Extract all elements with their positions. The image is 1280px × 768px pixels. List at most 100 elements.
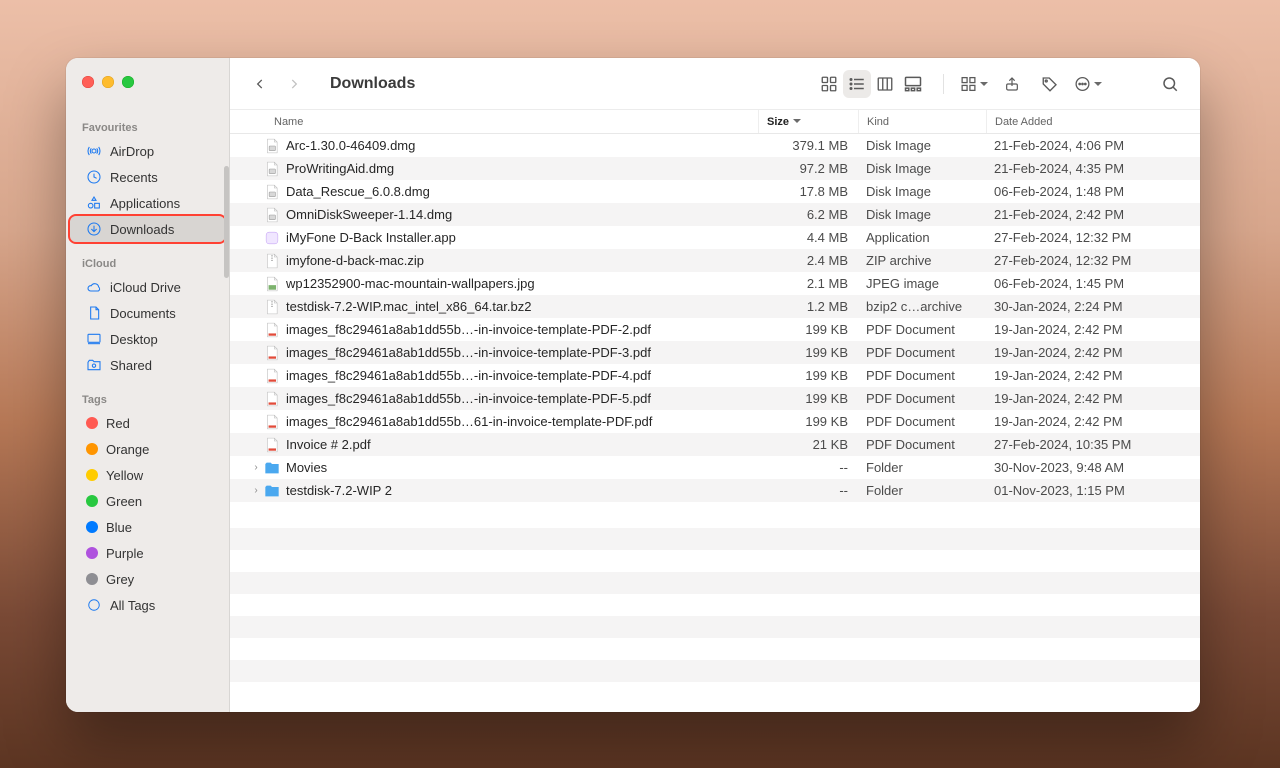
file-kind: PDF Document <box>858 391 986 406</box>
file-kind: bzip2 c…archive <box>858 299 986 314</box>
sidebar-item-desktop[interactable]: Desktop <box>70 326 225 352</box>
empty-row <box>230 528 1200 550</box>
sidebar-item-red[interactable]: Red <box>70 410 225 436</box>
sidebar-item-recents[interactable]: Recents <box>70 164 225 190</box>
file-size: 21 KB <box>758 437 858 452</box>
share-button[interactable] <box>998 70 1026 98</box>
file-size: -- <box>758 460 858 475</box>
file-kind: Disk Image <box>858 207 986 222</box>
sidebar-scrollbar[interactable] <box>224 166 229 278</box>
column-header-size[interactable]: Size <box>758 110 858 133</box>
file-row[interactable]: imyfone-d-back-mac.zip2.4 MBZIP archive2… <box>230 249 1200 272</box>
file-size: 199 KB <box>758 345 858 360</box>
file-date-added: 19-Jan-2024, 2:42 PM <box>986 345 1200 360</box>
file-name: Invoice # 2.pdf <box>286 437 758 452</box>
sidebar: FavouritesAirDrop Recents Applications Down… <box>66 58 230 712</box>
sidebar-item-blue[interactable]: Blue <box>70 514 225 540</box>
view-icons-button[interactable] <box>815 70 843 98</box>
file-row[interactable]: images_f8c29461a8ab1dd55b…-in-invoice-te… <box>230 341 1200 364</box>
file-size: 1.2 MB <box>758 299 858 314</box>
disclosure-triangle-icon[interactable]: › <box>250 462 262 473</box>
search-button[interactable] <box>1156 70 1184 98</box>
sidebar-item-label: Orange <box>106 442 149 457</box>
downloads-icon <box>86 221 102 237</box>
file-row[interactable]: iMyFone D-Back Installer.app4.4 MBApplic… <box>230 226 1200 249</box>
chevron-down-icon <box>1094 76 1102 91</box>
sidebar-item-orange[interactable]: Orange <box>70 436 225 462</box>
view-columns-button[interactable] <box>871 70 899 98</box>
window-title: Downloads <box>330 75 415 93</box>
view-list-button[interactable] <box>843 70 871 98</box>
sidebar-item-label: Shared <box>110 358 152 373</box>
file-row[interactable]: wp12352900-mac-mountain-wallpapers.jpg2.… <box>230 272 1200 295</box>
alltags-icon <box>86 597 102 613</box>
sidebar-item-applications[interactable]: Applications <box>70 190 225 216</box>
sidebar-heading: Favourites <box>66 116 229 138</box>
file-row[interactable]: Arc-1.30.0-46409.dmg379.1 MBDisk Image21… <box>230 134 1200 157</box>
sidebar-item-label: Downloads <box>110 222 174 237</box>
file-type-icon <box>264 414 280 430</box>
file-date-added: 21-Feb-2024, 2:42 PM <box>986 207 1200 222</box>
file-date-added: 06-Feb-2024, 1:45 PM <box>986 276 1200 291</box>
sidebar-item-shared[interactable]: Shared <box>70 352 225 378</box>
file-list: Arc-1.30.0-46409.dmg379.1 MBDisk Image21… <box>230 134 1200 712</box>
sidebar-item-label: Recents <box>110 170 158 185</box>
file-name: Data_Rescue_6.0.8.dmg <box>286 184 758 199</box>
file-row[interactable]: Data_Rescue_6.0.8.dmg17.8 MBDisk Image06… <box>230 180 1200 203</box>
file-kind: Disk Image <box>858 161 986 176</box>
file-row[interactable]: testdisk-7.2-WIP.mac_intel_x86_64.tar.bz… <box>230 295 1200 318</box>
file-row[interactable]: images_f8c29461a8ab1dd55b…61-in-invoice-… <box>230 410 1200 433</box>
file-name: iMyFone D-Back Installer.app <box>286 230 758 245</box>
minimize-window-button[interactable] <box>102 76 114 88</box>
close-window-button[interactable] <box>82 76 94 88</box>
column-header-name[interactable]: Name <box>274 110 758 133</box>
file-date-added: 21-Feb-2024, 4:06 PM <box>986 138 1200 153</box>
file-row[interactable]: images_f8c29461a8ab1dd55b…-in-invoice-te… <box>230 387 1200 410</box>
file-name: Movies <box>286 460 758 475</box>
zoom-window-button[interactable] <box>122 76 134 88</box>
file-kind: JPEG image <box>858 276 986 291</box>
apps-icon <box>86 195 102 211</box>
sidebar-item-documents[interactable]: Documents <box>70 300 225 326</box>
file-row[interactable]: Invoice # 2.pdf21 KBPDF Document27-Feb-2… <box>230 433 1200 456</box>
empty-row <box>230 660 1200 682</box>
column-header-date[interactable]: Date Added <box>986 110 1200 133</box>
disclosure-triangle-icon[interactable]: › <box>250 485 262 496</box>
file-date-added: 27-Feb-2024, 12:32 PM <box>986 253 1200 268</box>
file-size: 17.8 MB <box>758 184 858 199</box>
file-size: 97.2 MB <box>758 161 858 176</box>
file-row[interactable]: images_f8c29461a8ab1dd55b…-in-invoice-te… <box>230 364 1200 387</box>
file-date-added: 21-Feb-2024, 4:35 PM <box>986 161 1200 176</box>
file-row[interactable]: OmniDiskSweeper-1.14.dmg6.2 MBDisk Image… <box>230 203 1200 226</box>
file-row[interactable]: ›Movies--Folder30-Nov-2023, 9:48 AM <box>230 456 1200 479</box>
nav-forward-button[interactable] <box>280 70 308 98</box>
column-header-kind[interactable]: Kind <box>858 110 986 133</box>
file-row[interactable]: images_f8c29461a8ab1dd55b…-in-invoice-te… <box>230 318 1200 341</box>
sidebar-item-label: Red <box>106 416 130 431</box>
sidebar-item-all-tags[interactable]: All Tags <box>70 592 225 618</box>
sidebar-item-label: Desktop <box>110 332 158 347</box>
file-name: testdisk-7.2-WIP 2 <box>286 483 758 498</box>
sidebar-item-yellow[interactable]: Yellow <box>70 462 225 488</box>
sidebar-item-icloud-drive[interactable]: iCloud Drive <box>70 274 225 300</box>
file-row[interactable]: ProWritingAid.dmg97.2 MBDisk Image21-Feb… <box>230 157 1200 180</box>
group-by-button[interactable] <box>960 70 988 98</box>
sidebar-item-downloads[interactable]: Downloads <box>70 216 225 242</box>
toolbar: Downloads <box>230 58 1200 110</box>
file-size: 199 KB <box>758 368 858 383</box>
file-row[interactable]: ›testdisk-7.2-WIP 2--Folder01-Nov-2023, … <box>230 479 1200 502</box>
file-kind: PDF Document <box>858 322 986 337</box>
empty-row <box>230 616 1200 638</box>
sidebar-item-label: Grey <box>106 572 134 587</box>
tags-button[interactable] <box>1036 70 1064 98</box>
nav-back-button[interactable] <box>246 70 274 98</box>
sidebar-item-airdrop[interactable]: AirDrop <box>70 138 225 164</box>
file-size: 379.1 MB <box>758 138 858 153</box>
sidebar-item-green[interactable]: Green <box>70 488 225 514</box>
view-gallery-button[interactable] <box>899 70 927 98</box>
sidebar-item-grey[interactable]: Grey <box>70 566 225 592</box>
sidebar-item-purple[interactable]: Purple <box>70 540 225 566</box>
actions-button[interactable] <box>1074 70 1102 98</box>
file-kind: PDF Document <box>858 437 986 452</box>
recents-icon <box>86 169 102 185</box>
